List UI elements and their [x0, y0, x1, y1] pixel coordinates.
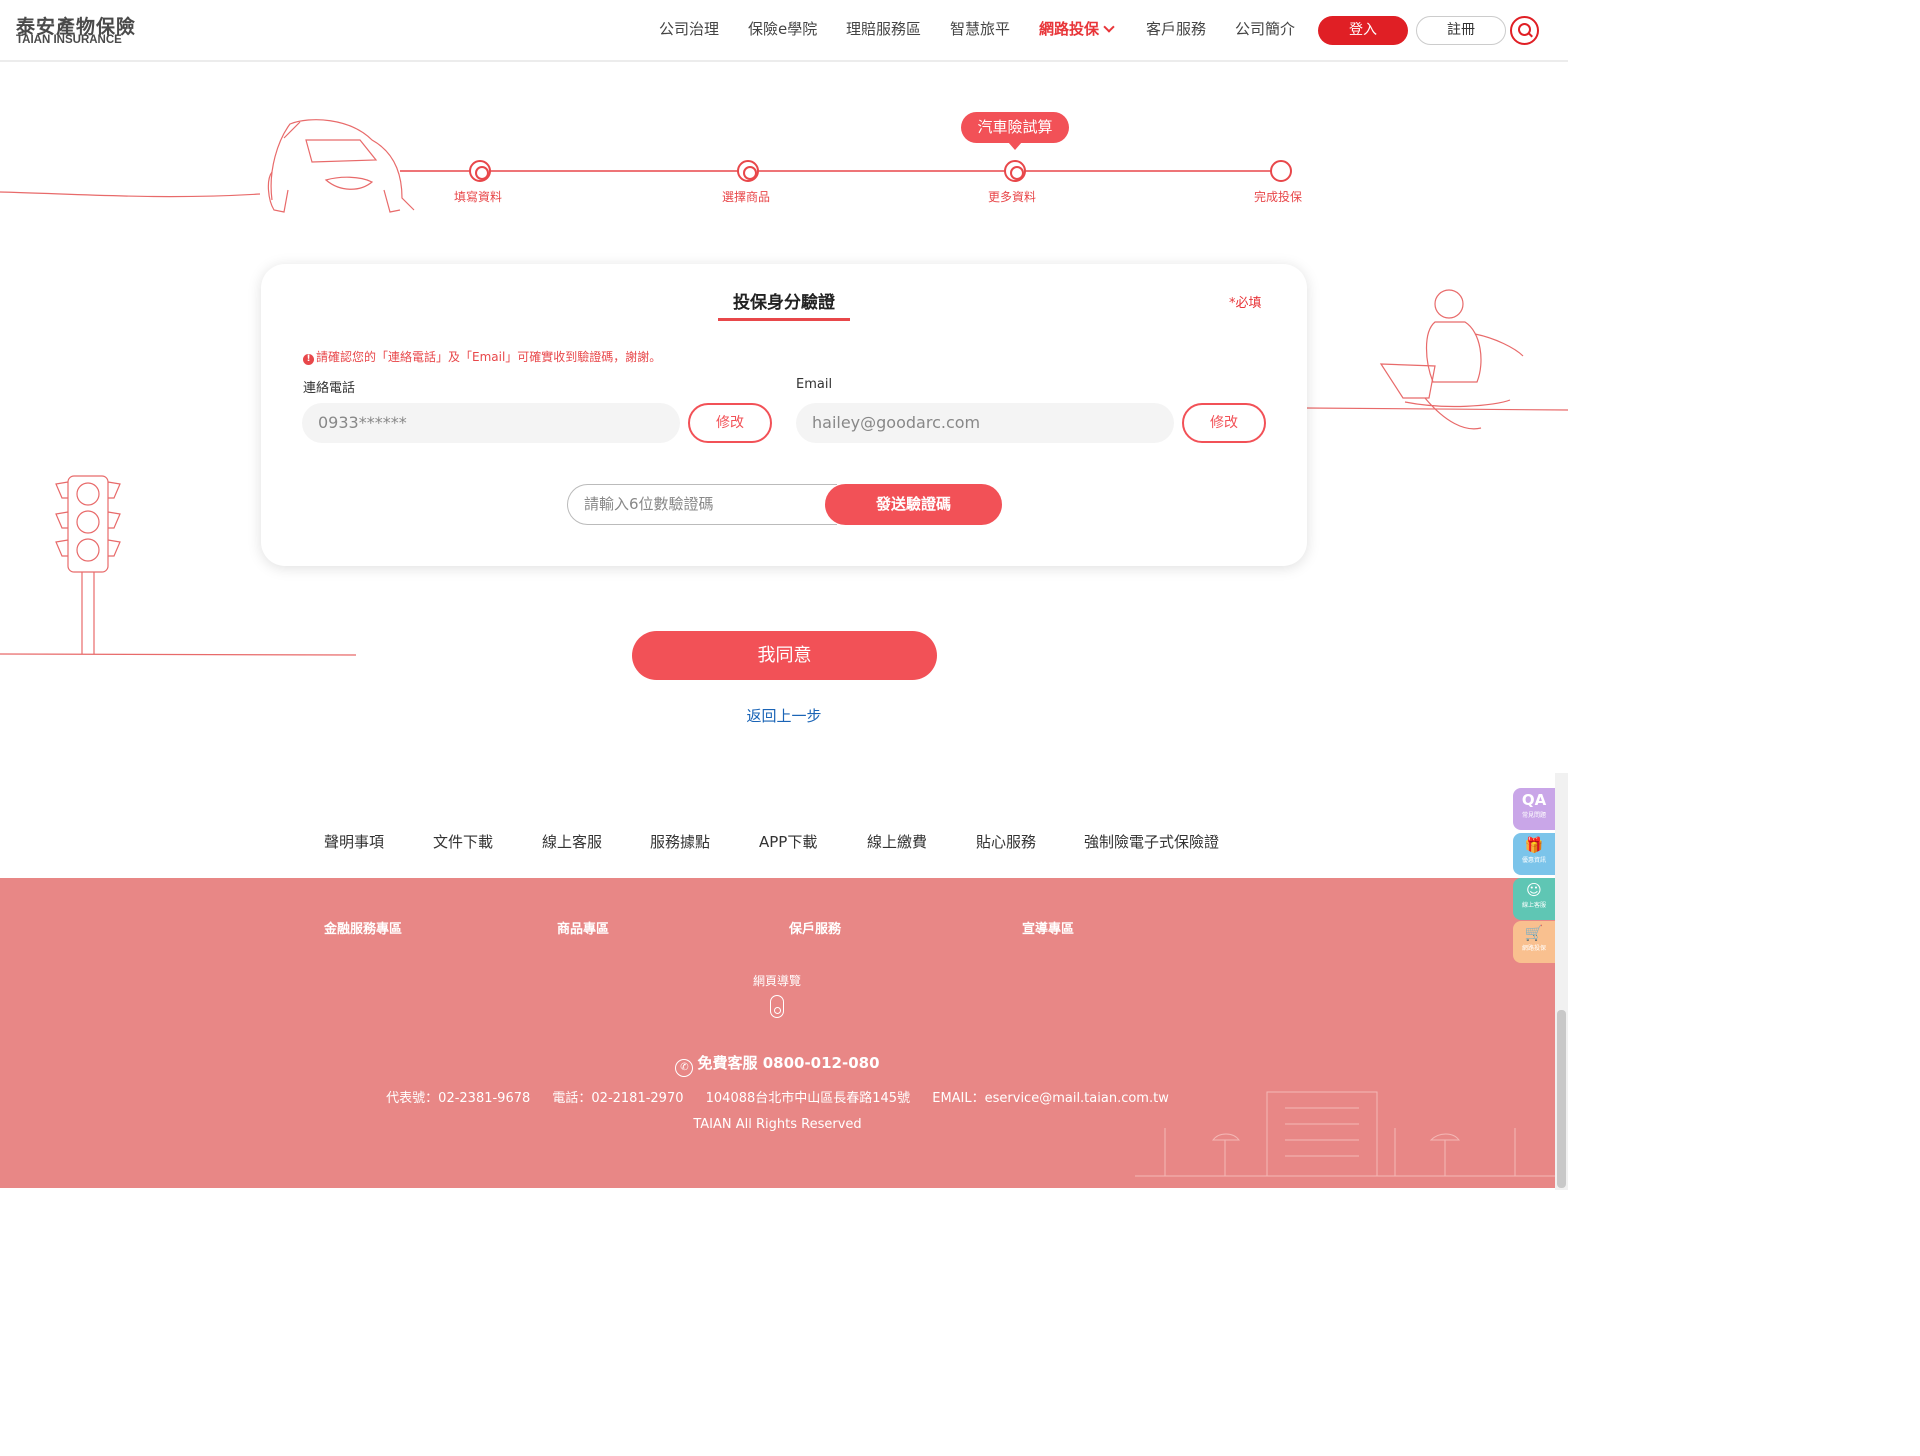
contact-phone: 電話：02-2181-2970 [552, 1091, 684, 1106]
step-tooltip: 汽車險試算 [961, 112, 1069, 150]
verification-code-input[interactable]: 請輸入6位數驗證碼 [567, 484, 837, 525]
footer-link-app-download[interactable]: APP下載 [759, 831, 817, 852]
site-header: 泰安產物保險 TAIAN INSURANCE 公司治理 保險e學院 理賠服務區 … [0, 0, 1568, 62]
notice-message: ! 請確認您的「連絡電話」及「Email」可確實收到驗證碼，謝謝。 [303, 348, 661, 365]
side-button-faq[interactable]: QA 常見問題 [1513, 788, 1555, 830]
cart-icon: 🛒 [1524, 924, 1544, 942]
footer-link-online-service[interactable]: 線上客服 [542, 831, 602, 852]
gift-icon: 🎁 [1524, 836, 1544, 854]
search-icon[interactable] [1510, 16, 1539, 45]
alert-icon: ! [303, 354, 314, 365]
step-dot-1 [469, 160, 491, 182]
card-title: 投保身分驗證 [733, 293, 835, 313]
send-code-button[interactable]: 發送驗證碼 [825, 484, 1002, 525]
phone-label: 連絡電話 [303, 381, 356, 396]
nav-smart-travel[interactable]: 智慧旅平 [950, 18, 1010, 39]
footer-link-locations[interactable]: 服務據點 [650, 831, 710, 852]
email-label: Email [796, 377, 833, 392]
site-footer: 金融服務專區 商品專區 保戶服務 宣導專區 網頁導覽 ✆ 免費客服 0800-01… [0, 878, 1555, 1188]
title-underline [718, 318, 850, 321]
person-laptop-illustration [1305, 289, 1568, 430]
hotline: ✆ 免費客服 0800-012-080 [0, 1052, 1555, 1077]
car-illustration [0, 119, 415, 213]
contact-email: EMAIL：eservice@mail.taian.com.tw [932, 1091, 1169, 1106]
step-dot-3 [1004, 160, 1026, 182]
nav-customer-service[interactable]: 客戶服務 [1146, 18, 1206, 39]
required-note: *必填 [1229, 296, 1262, 311]
edit-email-button[interactable]: 修改 [1182, 403, 1266, 443]
register-button[interactable]: 註冊 [1416, 16, 1506, 45]
step-label-complete: 完成投保 [1254, 190, 1303, 204]
phone-icon: ✆ [675, 1059, 694, 1077]
footer-category-products[interactable]: 商品專區 [557, 918, 609, 937]
edit-phone-button[interactable]: 修改 [688, 403, 772, 443]
scrollbar-thumb[interactable] [1557, 1010, 1566, 1188]
contact-address: 104088台北市中山區長春路145號 [705, 1091, 911, 1106]
back-link[interactable]: 返回上一步 [684, 705, 884, 726]
step-dot-4 [1270, 160, 1292, 182]
nav-insurance-academy[interactable]: 保險e學院 [748, 18, 817, 39]
nav-online-insurance[interactable]: 網路投保 [1039, 18, 1115, 39]
chevron-down-icon [1103, 21, 1115, 33]
side-button-offers[interactable]: 🎁 優惠資訊 [1513, 833, 1555, 875]
footer-category-policyholder[interactable]: 保戶服務 [789, 918, 841, 937]
footer-link-statement[interactable]: 聲明事項 [324, 831, 384, 852]
sitemap-toggle[interactable]: 網頁導覽 [727, 972, 827, 989]
mouse-scroll-icon[interactable] [770, 995, 784, 1018]
nav-corporate-governance[interactable]: 公司治理 [659, 18, 719, 39]
step-label-select-product: 選擇商品 [722, 190, 771, 204]
nav-claims-service[interactable]: 理賠服務區 [846, 18, 921, 39]
verification-card: 投保身分驗證 *必填 ! 請確認您的「連絡電話」及「Email」可確實收到驗證碼，… [261, 264, 1307, 566]
agree-button[interactable]: 我同意 [632, 631, 937, 680]
step-dot-2 [737, 160, 759, 182]
qa-icon: QA [1521, 791, 1547, 809]
progress-line [400, 170, 1280, 172]
footer-link-services[interactable]: 貼心服務 [976, 831, 1036, 852]
phone-field[interactable]: 0933****** [302, 403, 680, 443]
footer-link-downloads[interactable]: 文件下載 [433, 831, 493, 852]
footer-category-promotion[interactable]: 宣導專區 [1022, 918, 1074, 937]
footer-category-finance[interactable]: 金融服務專區 [324, 918, 402, 937]
cityscape-illustration [1135, 1091, 1555, 1177]
step-label-fill-info: 填寫資料 [454, 190, 503, 204]
footer-link-online-payment[interactable]: 線上繳費 [867, 831, 927, 852]
login-button[interactable]: 登入 [1318, 16, 1408, 45]
chat-icon: ☺ [1526, 881, 1542, 899]
footer-link-compulsory-cert[interactable]: 強制險電子式保險證 [1084, 831, 1219, 852]
contact-main-phone: 代表號：02-2381-9678 [386, 1091, 531, 1106]
side-button-cart[interactable]: 🛒 網路投保 [1513, 921, 1555, 963]
logo-english[interactable]: TAIAN INSURANCE [16, 34, 122, 46]
nav-company-intro[interactable]: 公司簡介 [1235, 18, 1295, 39]
step-label-more-info: 更多資料 [988, 190, 1037, 204]
email-field[interactable]: hailey@goodarc.com [796, 403, 1174, 443]
side-button-chat[interactable]: ☺ 線上客服 [1513, 878, 1555, 920]
